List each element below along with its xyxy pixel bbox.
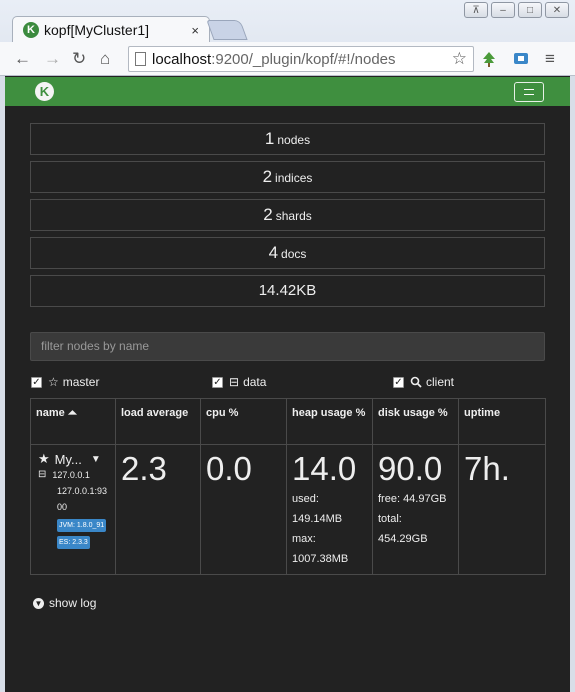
stat-size-value: 14.42KB xyxy=(258,282,317,299)
sort-asc-icon: ⏶ xyxy=(67,407,77,419)
filter-nodes-input[interactable]: filter nodes by name xyxy=(30,332,545,361)
show-log-toggle[interactable]: ▼ show log xyxy=(33,596,96,610)
stat-nodes-value: 1 xyxy=(264,129,275,148)
new-tab-button[interactable] xyxy=(206,20,248,40)
tab-close-icon[interactable]: × xyxy=(191,23,199,38)
tab-title: kopf[MyCluster1] xyxy=(44,22,150,38)
node-address: 127.0.0.1:9300 xyxy=(57,486,108,512)
node-name: My... xyxy=(54,451,82,467)
heap-max-label: max: xyxy=(292,533,316,545)
maximize-icon[interactable]: □ xyxy=(518,2,542,18)
page-icon xyxy=(135,52,146,66)
forward-icon[interactable]: → xyxy=(44,49,61,69)
disk-cell: 90.0 free: 44.97GB total: 454.29GB xyxy=(372,444,459,575)
master-checkbox[interactable]: ✓ xyxy=(31,376,42,388)
master-star-icon: ★ xyxy=(38,451,50,466)
chevron-down-circle-icon: ▼ xyxy=(33,597,44,609)
disk-total-label: total: xyxy=(378,513,402,525)
uptime-value: 7h. xyxy=(464,450,510,487)
table-header-row: name ⏶ load average cpu % heap usage % d… xyxy=(30,398,546,445)
stat-docs-label: docs xyxy=(281,247,307,261)
hdd-icon: ⊟ xyxy=(229,375,240,389)
stat-indices-label: indices xyxy=(275,171,313,185)
stat-size: 14.42KB xyxy=(30,275,545,307)
data-label: data xyxy=(243,375,267,389)
app-navbar: K xyxy=(5,77,570,106)
column-header-cpu[interactable]: cpu % xyxy=(200,398,287,445)
data-filter[interactable]: ✓ ⊟ data xyxy=(212,375,266,389)
client-checkbox[interactable]: ✓ xyxy=(393,376,404,388)
show-log-label: show log xyxy=(49,596,97,610)
browser-menu-icon[interactable]: ≡ xyxy=(545,49,555,69)
uptime-cell: 7h. xyxy=(458,444,546,575)
back-icon[interactable]: ← xyxy=(14,49,31,69)
home-icon[interactable]: ⌂ xyxy=(100,49,110,69)
load-cell: 2.3 xyxy=(115,444,201,575)
window-border-right xyxy=(570,76,575,692)
column-header-name[interactable]: name ⏶ xyxy=(30,398,116,445)
menu-toggle-button[interactable] xyxy=(514,82,544,102)
jvm-badge: JVM: 1.8.0_91 xyxy=(57,519,107,532)
disk-free: free: 44.97GB xyxy=(378,493,447,505)
extension-cast-icon[interactable] xyxy=(512,50,530,68)
stat-shards-value: 2 xyxy=(263,205,273,224)
column-header-heap[interactable]: heap usage % xyxy=(286,398,373,445)
browser-chrome: ⊼ – □ ✕ K kopf[MyCluster1] × ← → ↻ ⌂ loc… xyxy=(0,0,575,76)
kopf-favicon-icon: K xyxy=(23,22,39,38)
node-name-cell: ★ My... ▼ ⊟ 127.0.0.1 127.0.0.1:9300 JVM… xyxy=(30,444,116,575)
stat-docs-value: 4 xyxy=(268,243,279,262)
heap-value: 14.0 xyxy=(292,450,357,487)
browser-tab[interactable]: K kopf[MyCluster1] × xyxy=(12,16,210,43)
cpu-cell: 0.0 xyxy=(200,444,287,575)
column-header-disk[interactable]: disk usage % xyxy=(372,398,459,445)
column-header-load[interactable]: load average xyxy=(115,398,201,445)
extension-tree-icon[interactable] xyxy=(480,50,498,68)
window-border-left xyxy=(0,76,5,692)
stat-shards: 2 shards xyxy=(30,199,545,231)
heap-used-value: 149.14MB xyxy=(292,513,343,525)
table-row: ★ My... ▼ ⊟ 127.0.0.1 127.0.0.1:9300 JVM… xyxy=(30,444,546,575)
heap-used-label: used: xyxy=(292,493,319,505)
node-actions-dropdown-icon[interactable]: ▼ xyxy=(91,454,101,465)
data-node-icon: ⊟ xyxy=(38,469,47,480)
window-controls: ⊼ – □ ✕ xyxy=(464,2,569,18)
url-host: localhost xyxy=(152,50,212,68)
stat-nodes-label: nodes xyxy=(277,133,311,147)
stat-shards-label: shards xyxy=(275,209,312,223)
heap-cell: 14.0 used: 149.14MB max: 1007.38MB xyxy=(286,444,373,575)
disk-total-value: 454.29GB xyxy=(378,533,428,545)
client-filter[interactable]: ✓ client xyxy=(393,375,454,389)
column-header-name-label: name xyxy=(36,407,65,419)
load-value: 2.3 xyxy=(121,450,167,487)
es-version-badge: ES: 2.3.3 xyxy=(57,536,90,549)
address-bar[interactable]: localhost :9200/_plugin/kopf/#!/nodes ☆ xyxy=(128,46,474,72)
search-icon xyxy=(410,376,422,388)
heap-max-value: 1007.38MB xyxy=(292,553,349,565)
data-checkbox[interactable]: ✓ xyxy=(212,376,223,388)
star-icon: ☆ xyxy=(48,375,59,389)
disk-value: 90.0 xyxy=(378,450,443,487)
browser-toolbar: ← → ↻ ⌂ localhost :9200/_plugin/kopf/#!/… xyxy=(0,42,575,76)
stat-indices-value: 2 xyxy=(262,167,273,186)
kopf-logo-icon[interactable]: K xyxy=(35,82,54,101)
master-label: master xyxy=(62,375,100,389)
window-menu-icon[interactable]: ⊼ xyxy=(464,2,488,18)
column-header-uptime[interactable]: uptime xyxy=(458,398,546,445)
close-window-icon[interactable]: ✕ xyxy=(545,2,569,18)
url-path: :9200/_plugin/kopf/#!/nodes xyxy=(211,50,396,68)
node-ip: 127.0.0.1 xyxy=(52,470,90,480)
bookmark-star-icon[interactable]: ☆ xyxy=(452,49,467,69)
client-label: client xyxy=(426,375,455,389)
minimize-icon[interactable]: – xyxy=(491,2,515,18)
stat-nodes: 1 nodes xyxy=(30,123,545,155)
stat-indices: 2 indices xyxy=(30,161,545,193)
stat-docs: 4 docs xyxy=(30,237,545,269)
nodes-table: name ⏶ load average cpu % heap usage % d… xyxy=(30,398,546,575)
cpu-value: 0.0 xyxy=(206,450,252,487)
master-filter[interactable]: ✓ ☆ master xyxy=(31,375,99,389)
reload-icon[interactable]: ↻ xyxy=(72,49,86,69)
